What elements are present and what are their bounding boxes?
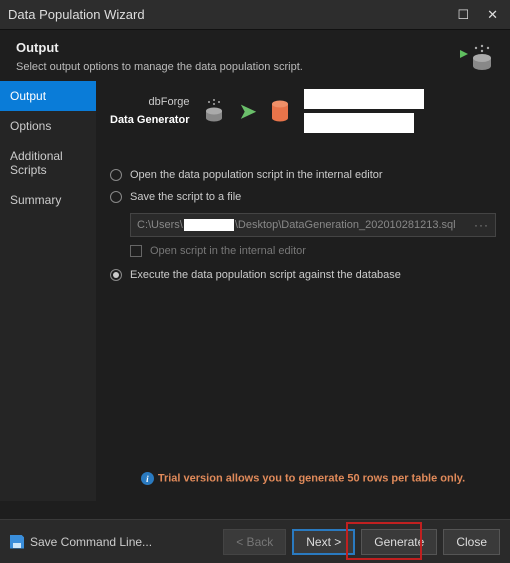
maximize-icon[interactable]: ☐ <box>457 8 469 21</box>
path-input[interactable]: C:\Users\ \Desktop\DataGeneration_202010… <box>130 213 496 237</box>
dbforge-label: dbForge <box>110 93 189 111</box>
close-button[interactable]: Close <box>443 529 500 555</box>
opt-execute-label: Execute the data population script again… <box>130 269 401 281</box>
sidebar-item-options[interactable]: Options <box>0 111 96 141</box>
info-icon: i <box>141 472 154 485</box>
footer: Save Command Line... < Back Next > Gener… <box>0 519 510 563</box>
generator-icon <box>203 98 225 124</box>
connection-field-2 <box>304 113 414 133</box>
generator-label: Data Generator <box>110 111 189 129</box>
titlebar: Data Population Wizard ☐ ✕ <box>0 0 510 30</box>
window-title: Data Population Wizard <box>8 7 145 22</box>
connection-field-1 <box>304 89 424 109</box>
save-cmd-label: Save Command Line... <box>30 535 152 549</box>
radio-execute[interactable] <box>110 269 122 281</box>
opt-open-editor-label: Open the data population script in the i… <box>130 169 383 181</box>
sidebar-item-output[interactable]: Output <box>0 81 96 111</box>
path-redacted <box>184 219 234 231</box>
arrow-icon: ➤ <box>239 99 256 124</box>
radio-open-editor[interactable] <box>110 169 122 181</box>
path-prefix: C:\Users\ <box>137 219 183 231</box>
database-icon <box>270 99 290 123</box>
next-button[interactable]: Next > <box>292 529 355 555</box>
checkbox-open-script-label: Open script in the internal editor <box>150 245 306 257</box>
close-icon[interactable]: ✕ <box>487 8 498 21</box>
sidebar-item-summary[interactable]: Summary <box>0 185 96 215</box>
browse-icon[interactable]: ··· <box>474 218 489 232</box>
header: Output Select output options to manage t… <box>0 30 510 81</box>
opt-save-file-label: Save the script to a file <box>130 191 241 203</box>
trial-text: Trial version allows you to generate 50 … <box>158 473 465 485</box>
sidebar-item-additional-scripts[interactable]: Additional Scripts <box>0 141 96 185</box>
sidebar: Output Options Additional Scripts Summar… <box>0 81 96 501</box>
path-suffix: \Desktop\DataGeneration_202010281213.sql <box>235 219 456 231</box>
trial-notice: i Trial version allows you to generate 50… <box>110 472 496 491</box>
radio-save-file[interactable] <box>110 191 122 203</box>
checkbox-open-script[interactable] <box>130 245 142 257</box>
save-icon <box>10 535 24 549</box>
main-panel: dbForge Data Generator ➤ <box>96 81 510 501</box>
generator-play-icon <box>460 42 496 74</box>
generate-button[interactable]: Generate <box>361 529 437 555</box>
back-button: < Back <box>223 529 286 555</box>
page-desc: Select output options to manage the data… <box>16 61 494 73</box>
save-command-line-button[interactable]: Save Command Line... <box>10 535 152 549</box>
page-title: Output <box>16 40 494 55</box>
